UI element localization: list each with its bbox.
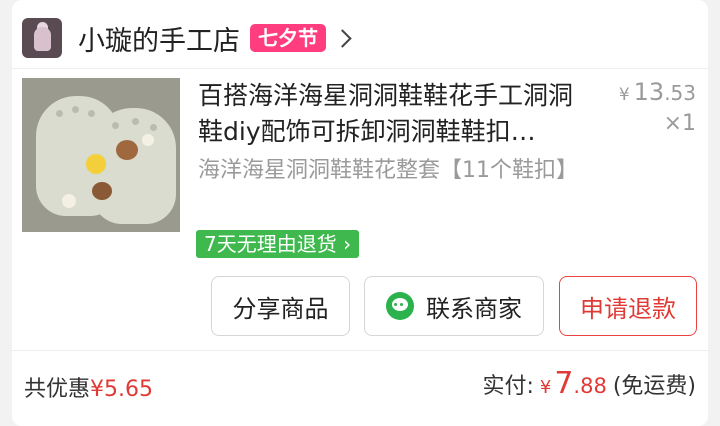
bear-charm (116, 140, 138, 160)
shoe-hole (72, 106, 79, 113)
discount-summary: 共优惠¥5.65 (24, 371, 153, 403)
product-price: ¥13.53 (619, 78, 696, 106)
seven-day-return-badge[interactable]: 7天无理由退货 › (196, 230, 360, 258)
shop-header[interactable]: 小璇的手工店 七夕节 (22, 12, 352, 64)
shoe-hole (56, 110, 63, 117)
paid-currency: ¥ (539, 377, 552, 398)
shoe-hole (88, 110, 95, 117)
product-title[interactable]: 百搭海洋海星洞洞鞋鞋花手工洞洞鞋diy配饰可拆卸洞洞鞋鞋扣… (198, 78, 588, 150)
product-spec: 海洋海星洞洞鞋鞋花整套【11个鞋扣】 (198, 158, 578, 183)
chat-icon (386, 292, 414, 320)
shop-avatar[interactable] (22, 18, 62, 58)
shoe-hole (150, 124, 157, 131)
paid-label: 实付: (482, 374, 534, 399)
shoe-hole (112, 122, 119, 129)
price-currency: ¥ (618, 85, 630, 105)
request-refund-label: 申请退款 (580, 294, 676, 323)
paid-summary: 实付: ¥ 7 .88 (免运费) (482, 366, 696, 401)
festival-tag: 七夕节 (250, 24, 326, 52)
shipping-note: (免运费) (612, 374, 696, 399)
summary-divider (12, 350, 708, 351)
contact-seller-label: 联系商家 (426, 294, 522, 323)
paid-decimal: .88 (573, 374, 607, 398)
request-refund-button[interactable]: 申请退款 (559, 276, 697, 336)
share-product-label: 分享商品 (232, 294, 329, 323)
bear-charm (92, 182, 112, 200)
discount-label: 共优惠 (24, 377, 91, 402)
product-image[interactable] (22, 78, 180, 232)
starfish-charm (86, 154, 106, 174)
shop-name[interactable]: 小璇的手工店 (78, 19, 240, 58)
price-integer: 13 (633, 78, 665, 106)
header-divider (12, 68, 708, 69)
product-quantity: ×1 (663, 111, 696, 136)
order-card: 小璇的手工店 七夕节 百搭海洋海星洞洞鞋鞋花手工洞洞鞋diy配饰可拆卸洞洞鞋鞋扣… (12, 0, 708, 426)
flower-charm (142, 134, 154, 146)
price-decimal: .53 (664, 81, 696, 105)
chevron-right-icon[interactable] (333, 28, 352, 48)
paid-integer: 7 (554, 366, 574, 401)
avatar-figure-body (34, 27, 51, 51)
shoe-hole (132, 118, 139, 125)
contact-seller-button[interactable]: 联系商家 (364, 276, 544, 336)
share-product-button[interactable]: 分享商品 (211, 276, 350, 336)
flower-charm (62, 194, 76, 208)
discount-amount: ¥5.65 (90, 377, 153, 402)
